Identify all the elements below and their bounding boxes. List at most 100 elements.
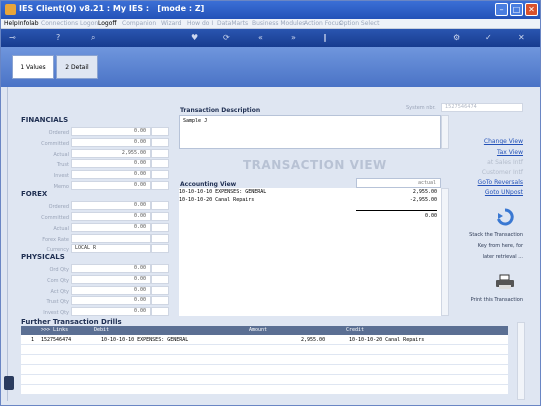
transaction-view-watermark: TRANSACTION VIEW [243,158,387,172]
drills-header-row: >>> Links Debit Amount Credit [21,326,508,335]
close-icon[interactable]: ✕ [525,3,538,16]
forex-ordered-value: 0.00 [71,201,151,210]
menu-bar: Help Infolab Connections Logon Logoff Co… [1,19,540,29]
forex-currency-value: LOCAL R [71,244,151,253]
heart-icon[interactable]: ♥ [191,33,198,42]
cancel-icon[interactable]: ✕ [518,33,525,42]
sales-interface-link[interactable]: at Sales Intf [487,159,523,166]
accounting-line: 10-10-10-10 EXPENSES: GENERAL 2,955.00 [179,189,441,197]
menu-datamarts[interactable]: DataMarts [217,20,248,27]
key-icon[interactable]: ⊸ [9,33,16,42]
goto-unpost-link[interactable]: Goto UNpost [485,189,523,196]
financials-actual-value: 2,955.00 [71,149,151,158]
rewind-icon[interactable]: « [258,33,263,42]
forex-rate-label: Forex Rate [42,237,69,243]
tab-detail[interactable]: 2 Detail [56,55,98,79]
tab-values[interactable]: 1 Values [12,55,54,79]
forex-ordered-box [151,201,169,210]
menu-logon[interactable]: Logon [80,20,98,27]
settings-icon[interactable]: ⚙ [453,33,460,42]
description-scrollbar[interactable] [441,115,449,149]
print-transaction-label[interactable]: Print this Transaction [471,297,523,303]
transaction-description-field[interactable]: Sample J [179,115,441,149]
row-credit: 10-10-10-20 Canal Repairs [349,337,425,343]
menu-wizard[interactable]: Wizard [161,20,181,27]
col-links: >>> Links [41,327,69,333]
tax-view-link[interactable]: Tax View [497,149,523,156]
transaction-description-text: Sample J [183,118,208,124]
maximize-icon[interactable]: □ [510,3,523,16]
menu-connections[interactable]: Connections [41,20,78,27]
physicals-ord-qty-value: 0.00 [71,264,151,273]
help-icon[interactable]: ? [56,33,60,42]
forex-currency-box [151,244,169,253]
stack-text-line3: later retrieval ... [482,254,523,260]
forex-rate-box [151,234,169,243]
forex-committed-box [151,212,169,221]
accounting-line-account: 10-10-10-10 EXPENSES: GENERAL [179,189,267,195]
accounting-line-amount: -2,955.00 [409,197,437,203]
financials-committed-box [151,138,169,147]
accounting-total-value: 0.00 [424,213,437,219]
menu-logoff[interactable]: Logoff [98,20,117,27]
financials-memo-value: 0.00 [71,181,151,190]
row-link[interactable]: 1527546474 [41,335,71,345]
stack-text-line2: Key from here, for [477,243,523,249]
physicals-trust-qty-label: Trust Qty [46,299,69,305]
total-divider [356,210,437,211]
physicals-ord-qty-label: Ord Qty [49,267,69,273]
financials-memo-box [151,181,169,190]
refresh-icon[interactable]: ⟳ [223,33,230,42]
menu-help[interactable]: Help [4,20,18,27]
table-row[interactable]: 1 1527546474 10-10-10-10 EXPENSES: GENER… [21,335,508,345]
forex-committed-value: 0.00 [71,212,151,221]
table-row-empty [21,355,508,365]
toolbar: ⊸ ? ⌕ ♥ ⟳ « » ∥ ⚙ ✓ ✕ [1,29,540,47]
financials-actual-box [151,149,169,158]
physicals-invest-qty-label: Invest Qty [43,310,69,316]
physicals-invest-qty-box [151,307,169,316]
side-launcher-icon[interactable] [4,376,14,390]
app-window: IES Client(Q) v8.21 : My IES : [mode : Z… [0,0,541,406]
goto-reversals-link[interactable]: GoTo Reversals [478,179,523,186]
minimize-icon[interactable]: – [495,3,508,16]
physicals-ord-qty-box [151,264,169,273]
physicals-act-qty-box [151,286,169,295]
search-icon[interactable]: ⌕ [91,33,95,43]
physicals-com-qty-box [151,275,169,284]
accounting-line-amount: 2,955.00 [412,189,437,195]
system-number-value: 1527546474 [441,103,523,112]
forex-actual-label: Actual [53,226,69,232]
financials-invest-label: Invest [53,173,69,179]
forex-actual-box [151,223,169,232]
forward-icon[interactable]: » [291,33,296,42]
menu-action-focus[interactable]: Action Focus [304,20,342,27]
accounting-scrollbar[interactable] [441,188,449,316]
financials-ordered-value: 0.00 [71,127,151,136]
title-bar: IES Client(Q) v8.21 : My IES : [mode : Z… [1,1,540,19]
menu-companion[interactable]: Companion [122,20,156,27]
accounting-line-account: 10-10-10-20 Canal Repairs [179,197,255,203]
menu-business-modules[interactable]: Business Modules [252,20,305,27]
forex-committed-label: Committed [41,215,69,221]
menu-option-select[interactable]: Option Select [339,20,379,27]
menu-infolab[interactable]: Infolab [18,20,39,27]
row-amount: 2,955.00 [301,337,326,343]
printer-icon[interactable] [495,274,515,290]
physicals-trust-qty-box [151,296,169,305]
physicals-heading: PHYSICALS [21,253,65,261]
stack-icon[interactable] [495,207,515,227]
change-view-link[interactable]: Change View [484,138,523,145]
window-title: IES Client(Q) v8.21 : My IES : [mode : Z… [19,4,205,13]
transaction-description-heading: Transaction Description [180,107,261,114]
pause-icon[interactable]: ∥ [323,33,327,42]
drills-scrollbar[interactable] [517,322,525,400]
check-icon[interactable]: ✓ [485,33,492,42]
customer-interface-link[interactable]: Customer Intf [482,169,523,176]
row-index: 1 [31,337,35,343]
app-icon [5,4,16,15]
system-number-label: System nbr. [406,105,436,111]
menu-how-do-i[interactable]: How do I [187,20,213,27]
financials-trust-box [151,159,169,168]
table-row-empty [21,345,508,355]
